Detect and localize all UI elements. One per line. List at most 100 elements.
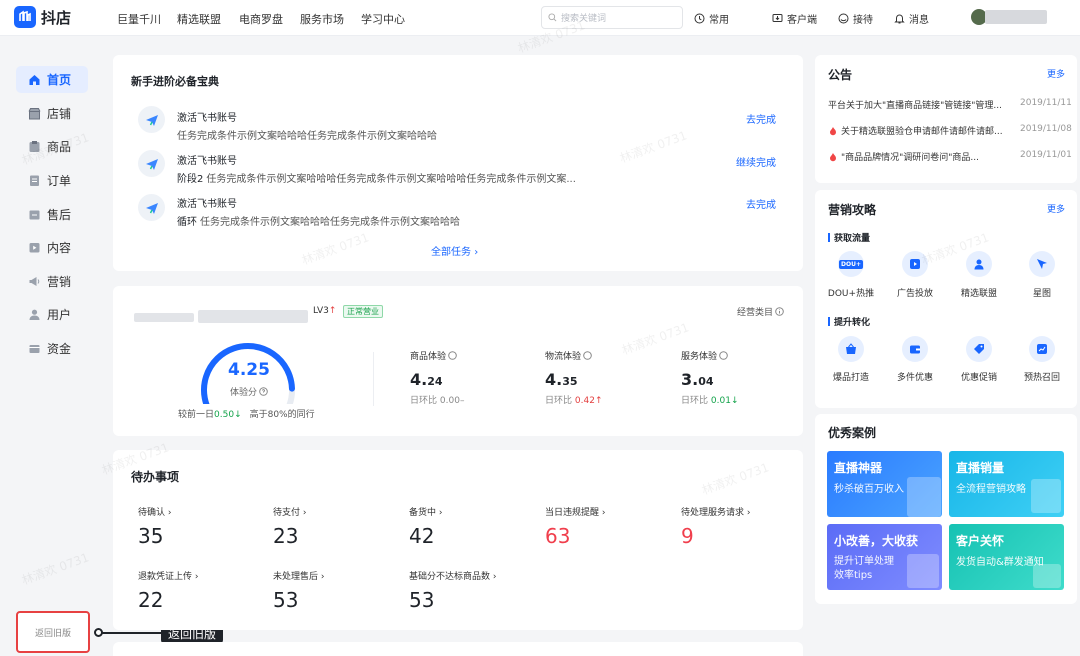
task-icon xyxy=(138,194,165,221)
logo-mark-icon xyxy=(14,6,36,28)
dou-icon[interactable]: DOU+ xyxy=(838,251,864,277)
todo-label-text: 备货中 xyxy=(409,508,437,518)
download-icon xyxy=(772,14,783,22)
case-illustration xyxy=(907,477,941,517)
score-compare: 较前一日0.50↓ 高于80%的同行 xyxy=(178,407,315,420)
hot-product-icon[interactable] xyxy=(838,336,864,362)
compare-value: 0.50 xyxy=(214,410,235,420)
user-name-blurred[interactable] xyxy=(985,10,1047,24)
help-icon xyxy=(583,351,592,360)
todo-label[interactable]: 备货中 › xyxy=(409,505,443,518)
announcement-row[interactable]: 平台关于加大"直播商品链接"管链接"管理... xyxy=(828,98,1002,111)
sidebar-item-user[interactable]: 用户 xyxy=(16,301,88,328)
metric-sub-label: 日环比 xyxy=(545,396,573,406)
section-label-traffic: 获取流量 xyxy=(828,231,870,244)
todo-value[interactable]: 9 xyxy=(681,524,694,548)
task-icon xyxy=(138,150,165,177)
todo-label[interactable]: 退款凭证上传 › xyxy=(138,569,199,582)
announcement-text: "商品品牌情况"调研问卷问"商品... xyxy=(841,153,980,163)
case-card-live-tool[interactable]: 直播神器 秒杀破百万收入 xyxy=(827,451,942,517)
sidebar-item-store[interactable]: 店铺 xyxy=(16,100,88,127)
case-card-customer-care[interactable]: 客户关怀 发货自动&群发通知 xyxy=(949,524,1064,590)
announcement-row[interactable]: "商品品牌情况"调研问卷问"商品... xyxy=(828,150,979,163)
metric-sub: 日环比 0.01↓ xyxy=(681,393,738,406)
sidebar-item-aftersale[interactable]: 售后 xyxy=(16,201,88,228)
message-button[interactable]: 消息 xyxy=(894,11,929,26)
sidebar-item-marketing[interactable]: 营销 xyxy=(16,268,88,295)
chevron-right-icon: › xyxy=(167,508,172,518)
client-label: 客户端 xyxy=(787,15,817,26)
client-button[interactable]: 客户端 xyxy=(772,11,817,26)
case-card-live-sales[interactable]: 直播销量 全流程营销攻略 xyxy=(949,451,1064,517)
todo-label-text: 退款凭证上传 xyxy=(138,572,193,582)
sidebar-item-label: 内容 xyxy=(47,241,72,255)
common-button[interactable]: 常用 xyxy=(694,11,729,26)
message-label: 消息 xyxy=(909,15,929,26)
wallet-glyph xyxy=(910,345,920,354)
metric-label: 商品体验 xyxy=(410,349,457,362)
marketing-label: 多件优惠 xyxy=(896,373,933,383)
todo-label[interactable]: 待支付 › xyxy=(273,505,307,518)
todo-label[interactable]: 基础分不达标商品数 › xyxy=(409,569,497,582)
category-link-label: 经营类目 xyxy=(737,308,774,318)
metric-value-int: 3. xyxy=(681,370,699,389)
todo-value[interactable]: 23 xyxy=(273,524,298,548)
metric-value: 4.35 xyxy=(545,370,578,389)
nav-qianchuan[interactable]: 巨量千川 xyxy=(117,11,161,27)
all-tasks-link[interactable]: 全部任务 › xyxy=(431,243,478,258)
task-icon xyxy=(138,106,165,133)
sidebar-item-content[interactable]: 内容 xyxy=(16,234,88,261)
todo-value[interactable]: 42 xyxy=(409,524,434,548)
todo-value[interactable]: 53 xyxy=(409,588,434,612)
chevron-right-icon: › xyxy=(492,572,497,582)
task-action-button[interactable]: 去完成 xyxy=(746,196,776,211)
task-action-button[interactable]: 去完成 xyxy=(746,111,776,126)
category-link[interactable]: 经营类目 xyxy=(737,305,784,318)
reception-button[interactable]: 接待 xyxy=(838,11,873,26)
sidebar-item-home[interactable]: 首页 xyxy=(16,66,88,93)
todo-value[interactable]: 22 xyxy=(138,588,163,612)
sidebar-item-product[interactable]: 商品 xyxy=(16,133,88,160)
promotion-icon[interactable] xyxy=(966,336,992,362)
todo-label[interactable]: 未处理售后 › xyxy=(273,569,325,582)
todo-label[interactable]: 待处理服务请求 › xyxy=(681,505,751,518)
store-icon xyxy=(28,108,41,120)
metric-value-dec: 04 xyxy=(698,375,714,388)
announcement-row[interactable]: 关于精选联盟验仓申请邮件请邮件请邮... xyxy=(828,124,1003,137)
search-input[interactable]: 搜索关键词 xyxy=(541,6,683,29)
nav-alliance[interactable]: 精选联盟 xyxy=(177,11,221,27)
todo-value[interactable]: 63 xyxy=(545,524,570,548)
sidebar-item-order[interactable]: 订单 xyxy=(16,167,88,194)
task-action-button[interactable]: 继续完成 xyxy=(736,154,776,169)
star-map-icon[interactable] xyxy=(1029,251,1055,277)
nav-compass[interactable]: 电商罗盘 xyxy=(239,11,283,27)
flat-trend-icon: – xyxy=(459,396,465,406)
logo[interactable]: 抖店 xyxy=(14,6,71,28)
marketing-more-link[interactable]: 更多 xyxy=(1047,202,1065,215)
nav-service-market[interactable]: 服务市场 xyxy=(300,11,344,27)
todo-label[interactable]: 待确认 › xyxy=(138,505,172,518)
case-illustration xyxy=(1033,564,1061,588)
metric-label: 服务体验 xyxy=(681,349,728,362)
help-icon xyxy=(719,351,728,360)
case-card-small-improve[interactable]: 小改善，大收获 提升订单处理 效率tips xyxy=(827,524,942,590)
sidebar-item-label: 资金 xyxy=(47,342,72,356)
todo-label-text: 基础分不达标商品数 xyxy=(409,572,491,582)
announcement-more-link[interactable]: 更多 xyxy=(1047,67,1065,80)
metric-value-dec: 24 xyxy=(427,375,443,388)
todo-value[interactable]: 35 xyxy=(138,524,163,548)
multi-discount-icon[interactable] xyxy=(902,336,928,362)
metric-sub-value: 0.42 xyxy=(574,396,595,406)
status-badge: 正常营业 xyxy=(343,305,383,318)
nav-learning[interactable]: 学习中心 xyxy=(361,11,405,27)
recall-icon[interactable] xyxy=(1029,336,1055,362)
ad-icon[interactable] xyxy=(902,251,928,277)
sidebar-item-wallet[interactable]: 资金 xyxy=(16,335,88,362)
order-icon xyxy=(30,175,39,186)
todo-label[interactable]: 当日违规提醒 › xyxy=(545,505,606,518)
todo-value[interactable]: 53 xyxy=(273,588,298,612)
alliance-icon[interactable] xyxy=(966,251,992,277)
divider xyxy=(373,352,374,406)
cases-title: 优秀案例 xyxy=(828,426,877,440)
return-old-version-button[interactable]: 返回旧版 xyxy=(16,611,90,653)
